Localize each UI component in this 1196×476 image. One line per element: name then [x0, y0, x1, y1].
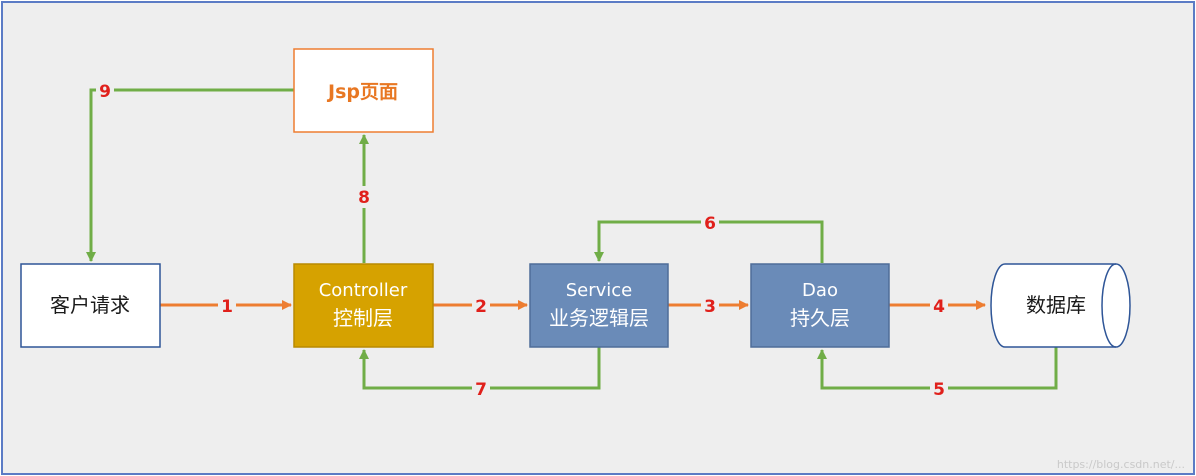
- dao-label-zh: 持久层: [790, 306, 850, 330]
- watermark-text: https://blog.csdn.net/...: [1057, 458, 1185, 471]
- step-number-1: 1: [221, 297, 233, 317]
- step-number-2: 2: [475, 297, 487, 317]
- client-request-label: 客户请求: [50, 293, 130, 317]
- controller-label-en: Controller: [319, 280, 408, 301]
- controller-label-zh: 控制层: [333, 306, 393, 330]
- service-label-en: Service: [566, 280, 633, 301]
- step-number-8: 8: [358, 188, 370, 208]
- step-number-3: 3: [704, 297, 716, 317]
- step-number-6: 6: [704, 214, 716, 234]
- jsp-page-label: Jsp页面: [326, 81, 398, 103]
- step-number-7: 7: [475, 380, 487, 400]
- service-label-zh: 业务逻辑层: [549, 306, 649, 330]
- dao-label-en: Dao: [802, 280, 838, 301]
- step-number-4: 4: [933, 297, 945, 317]
- database-label: 数据库: [1026, 293, 1086, 317]
- step-number-5: 5: [933, 380, 945, 400]
- step-number-9: 9: [99, 82, 111, 102]
- flow-diagram: 客户请求 Jsp页面 Controller 控制层 Service 业务逻辑层 …: [1, 1, 1195, 475]
